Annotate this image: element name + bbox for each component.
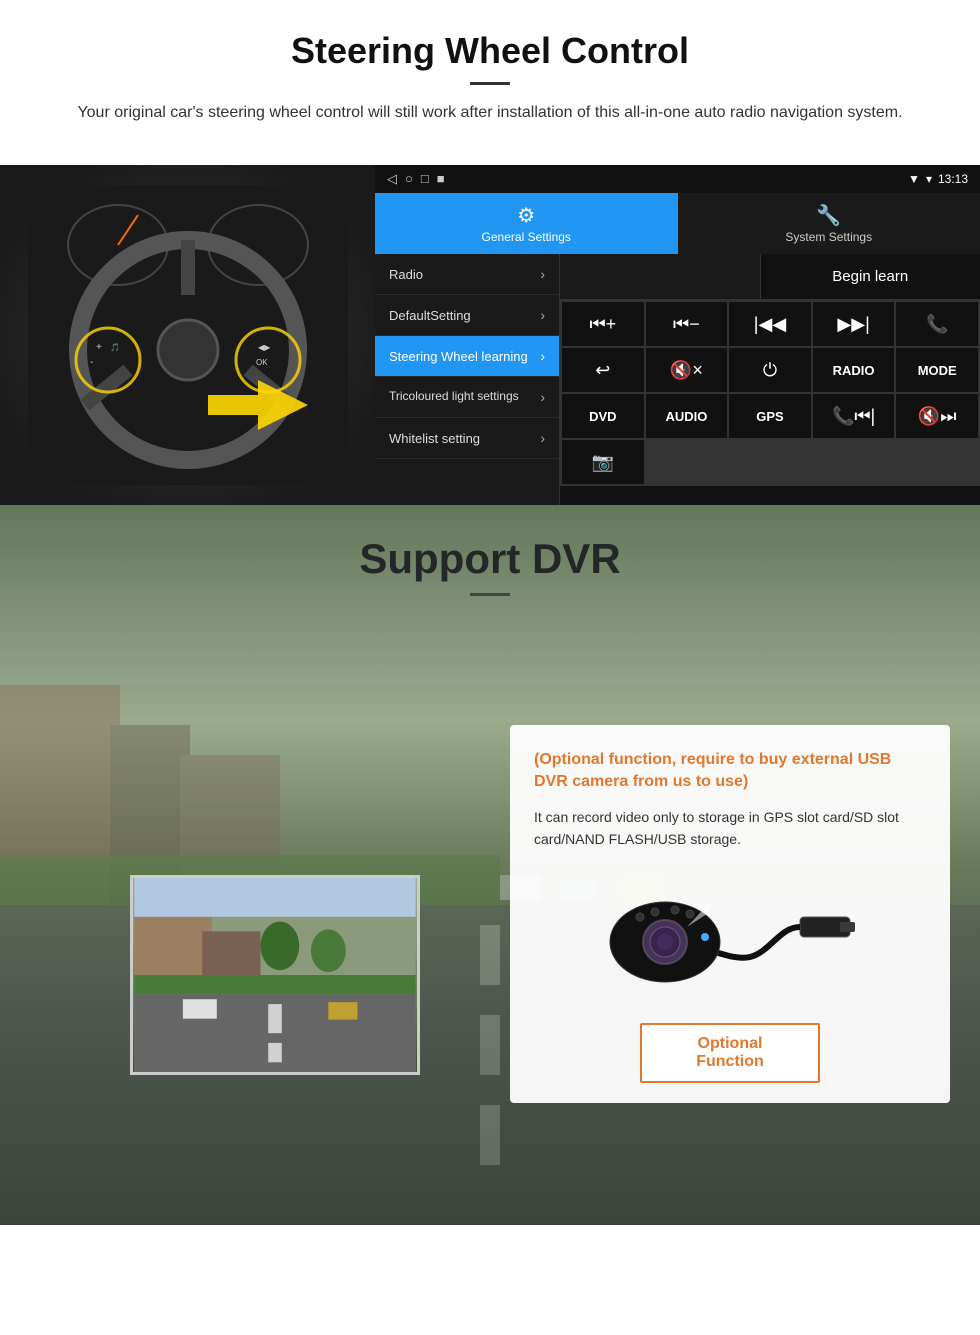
- gear-icon: ⚙: [381, 203, 672, 228]
- menu-item-default[interactable]: DefaultSetting ›: [375, 295, 559, 336]
- begin-learn-button[interactable]: Begin learn: [761, 254, 980, 299]
- menu-arrow-icon-5: ›: [540, 430, 545, 446]
- settings-menu: Radio › DefaultSetting › Steering Wheel …: [375, 254, 560, 505]
- tab-system-settings[interactable]: 🔧 System Settings: [678, 193, 980, 254]
- svg-text:◀▶: ◀▶: [258, 343, 271, 352]
- menu-arrow-icon-3: ›: [540, 348, 545, 364]
- menu-tricolor-label: Tricoloured light settings: [389, 389, 519, 405]
- btn-audio[interactable]: AUDIO: [646, 394, 728, 438]
- begin-learn-row: Begin learn: [560, 254, 980, 300]
- menu-arrow-icon: ›: [540, 266, 545, 282]
- dvr-section: Support DVR: [0, 505, 980, 1225]
- btn-back[interactable]: ↩: [562, 348, 644, 392]
- steering-title: Steering Wheel Control: [40, 30, 940, 72]
- settings-content: Begin learn ⏮+ ⏮− |◀◀ ▶▶| 📞 ↩ 🔇× ⏻ RADIO…: [560, 254, 980, 505]
- steering-description: Your original car's steering wheel contr…: [60, 101, 920, 125]
- menu-item-radio[interactable]: Radio ›: [375, 254, 559, 295]
- tab-general-settings[interactable]: ⚙ General Settings: [375, 193, 678, 254]
- tab-system-label: System Settings: [785, 230, 872, 244]
- steering-wheel-illustration: + - 🎵 ◀▶ OK: [28, 185, 348, 485]
- svg-text:🎵: 🎵: [110, 343, 120, 352]
- btn-dvd[interactable]: DVD: [562, 394, 644, 438]
- statusbar-nav-icons: ◁ ○ □ ■: [387, 171, 445, 187]
- menu-default-label: DefaultSetting: [389, 308, 471, 323]
- menu-item-whitelist[interactable]: Whitelist setting ›: [375, 418, 559, 459]
- btn-mute[interactable]: 🔇×: [646, 348, 728, 392]
- dvr-camera-svg: [600, 872, 860, 1002]
- statusbar-info: ▼ ▾ 13:13: [908, 172, 968, 186]
- menu-item-steering[interactable]: Steering Wheel learning ›: [375, 336, 559, 377]
- menu-whitelist-label: Whitelist setting: [389, 431, 480, 446]
- dvr-thumbnail-inner: [133, 878, 417, 1072]
- btn-gps[interactable]: GPS: [729, 394, 811, 438]
- optional-function-button[interactable]: Optional Function: [640, 1023, 820, 1083]
- tab-general-label: General Settings: [482, 230, 571, 244]
- home-icon[interactable]: ○: [405, 171, 413, 187]
- title-divider: [470, 82, 510, 85]
- dvr-thumbnail-scene: [133, 878, 417, 1072]
- svg-text:-: -: [90, 357, 93, 368]
- signal-icon: ▼: [908, 172, 920, 186]
- begin-learn-label: Begin learn: [832, 268, 908, 285]
- wifi-icon: ▾: [926, 172, 932, 186]
- btn-vol-up[interactable]: ⏮+: [562, 302, 644, 346]
- svg-text:+: +: [96, 342, 102, 353]
- menu-arrow-icon-2: ›: [540, 307, 545, 323]
- btn-phone[interactable]: 📞: [896, 302, 978, 346]
- settings-tabs: ⚙ General Settings 🔧 System Settings: [375, 193, 980, 254]
- dvr-description: It can record video only to storage in G…: [534, 806, 926, 851]
- menu-item-tricolor[interactable]: Tricoloured light settings ›: [375, 377, 559, 418]
- btn-phone-next[interactable]: 🔇⏭: [896, 394, 978, 438]
- btn-power[interactable]: ⏻: [729, 348, 811, 392]
- dvr-camera-image: [534, 867, 926, 1007]
- btn-radio[interactable]: RADIO: [813, 348, 895, 392]
- steering-wheel-photo: + - 🎵 ◀▶ OK: [0, 165, 375, 505]
- settings-body: Radio › DefaultSetting › Steering Wheel …: [375, 254, 980, 505]
- control-buttons-grid: ⏮+ ⏮− |◀◀ ▶▶| 📞 ↩ 🔇× ⏻ RADIO MODE DVD AU…: [560, 300, 980, 486]
- system-icon: 🔧: [684, 203, 975, 228]
- btn-mode[interactable]: MODE: [896, 348, 978, 392]
- menu-icon[interactable]: ■: [437, 171, 445, 187]
- dvr-optional-text: (Optional function, require to buy exter…: [534, 749, 926, 794]
- steering-section: Steering Wheel Control Your original car…: [0, 0, 980, 165]
- menu-arrow-icon-4: ›: [540, 389, 545, 405]
- btn-camera[interactable]: 📷: [562, 440, 644, 484]
- begin-learn-empty: [560, 254, 761, 299]
- btn-phone-prev[interactable]: 📞⏮|: [813, 394, 895, 438]
- menu-steering-label: Steering Wheel learning: [389, 349, 528, 364]
- clock: 13:13: [938, 172, 968, 186]
- menu-radio-label: Radio: [389, 267, 423, 282]
- svg-text:OK: OK: [256, 358, 268, 367]
- steering-demo: + - 🎵 ◀▶ OK ◁ ○ □ ■ ▼ ▾ 13:13: [0, 165, 980, 505]
- recents-icon[interactable]: □: [421, 171, 429, 187]
- dvr-info-card: (Optional function, require to buy exter…: [510, 725, 950, 1103]
- android-statusbar: ◁ ○ □ ■ ▼ ▾ 13:13: [375, 165, 980, 193]
- back-icon[interactable]: ◁: [387, 171, 397, 187]
- btn-vol-down[interactable]: ⏮−: [646, 302, 728, 346]
- btn-prev-track[interactable]: |◀◀: [729, 302, 811, 346]
- dvr-footage-thumbnail: [130, 875, 420, 1075]
- android-ui-panel: ◁ ○ □ ■ ▼ ▾ 13:13 ⚙ General Settings 🔧 S…: [375, 165, 980, 505]
- btn-next-track[interactable]: ▶▶|: [813, 302, 895, 346]
